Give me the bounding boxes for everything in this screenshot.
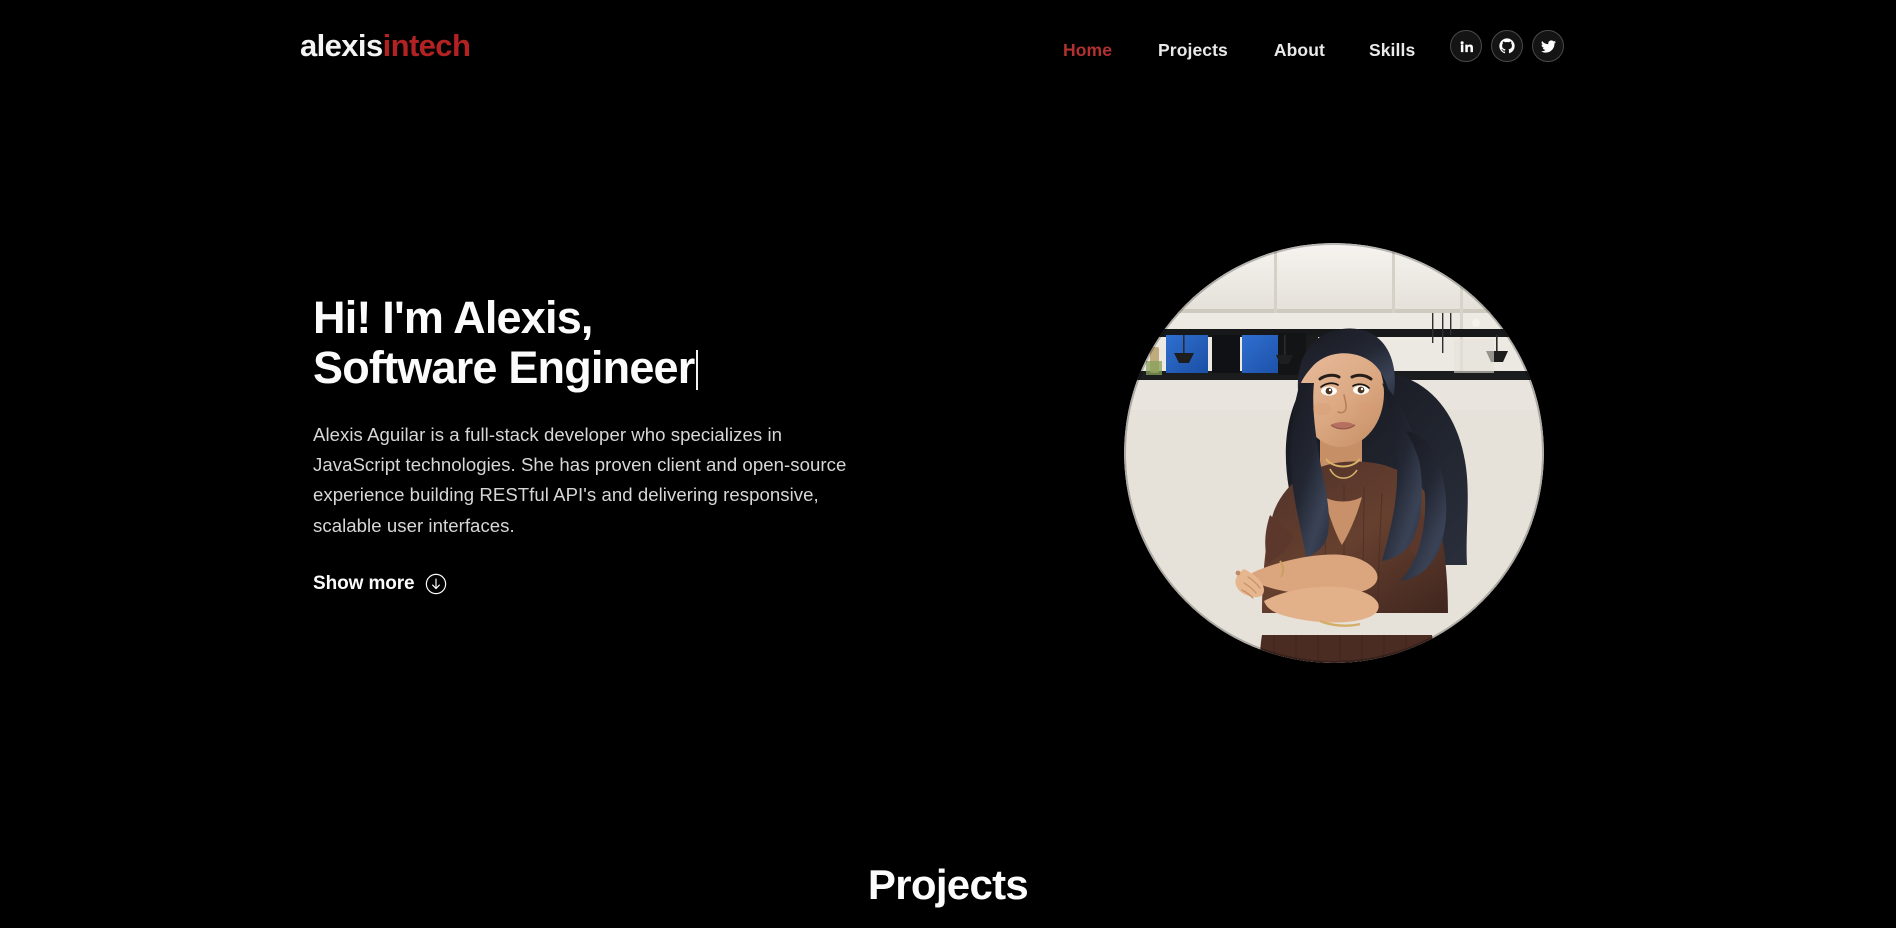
- nav-item-about[interactable]: About: [1274, 40, 1325, 61]
- page-root: alexisintech Home Projects About Skills: [0, 0, 1896, 928]
- hero-description: Alexis Aguilar is a full-stack developer…: [313, 423, 847, 536]
- hero-title-line-2: Software Engineer: [313, 341, 695, 393]
- brand-logo-second: intech: [382, 28, 471, 63]
- social-links: [1450, 30, 1564, 62]
- hero-title: Hi! I'm Alexis, Software Engineer: [313, 293, 993, 393]
- social-link-github[interactable]: [1491, 30, 1523, 62]
- hero-copy: Hi! I'm Alexis, Software Engineer Alexis…: [313, 293, 993, 595]
- social-link-twitter[interactable]: [1532, 30, 1564, 62]
- brand-logo[interactable]: alexisintech: [300, 28, 471, 63]
- twitter-icon: [1540, 39, 1556, 54]
- show-more-button[interactable]: Show more: [313, 573, 447, 595]
- main-navigation: Home Projects About Skills: [1063, 40, 1415, 61]
- github-icon: [1499, 38, 1515, 54]
- nav-item-projects[interactable]: Projects: [1158, 40, 1228, 61]
- arrow-down-circle-icon: [425, 573, 447, 595]
- show-more-label: Show more: [313, 573, 415, 595]
- typing-caret: [695, 349, 698, 390]
- site-header: alexisintech Home Projects About Skills: [0, 0, 1896, 108]
- projects-heading: Projects: [867, 861, 1029, 908]
- nav-item-home[interactable]: Home: [1063, 40, 1112, 61]
- portrait-photo: [1124, 243, 1544, 663]
- projects-section: Projects: [0, 828, 1896, 928]
- hero-section: Hi! I'm Alexis, Software Engineer Alexis…: [0, 108, 1896, 828]
- nav-item-skills[interactable]: Skills: [1369, 40, 1415, 61]
- linkedin-icon: [1459, 39, 1474, 54]
- brand-logo-first: alexis: [300, 28, 383, 63]
- hero-title-line-1: Hi! I'm Alexis,: [313, 292, 593, 343]
- social-link-linkedin[interactable]: [1450, 30, 1482, 62]
